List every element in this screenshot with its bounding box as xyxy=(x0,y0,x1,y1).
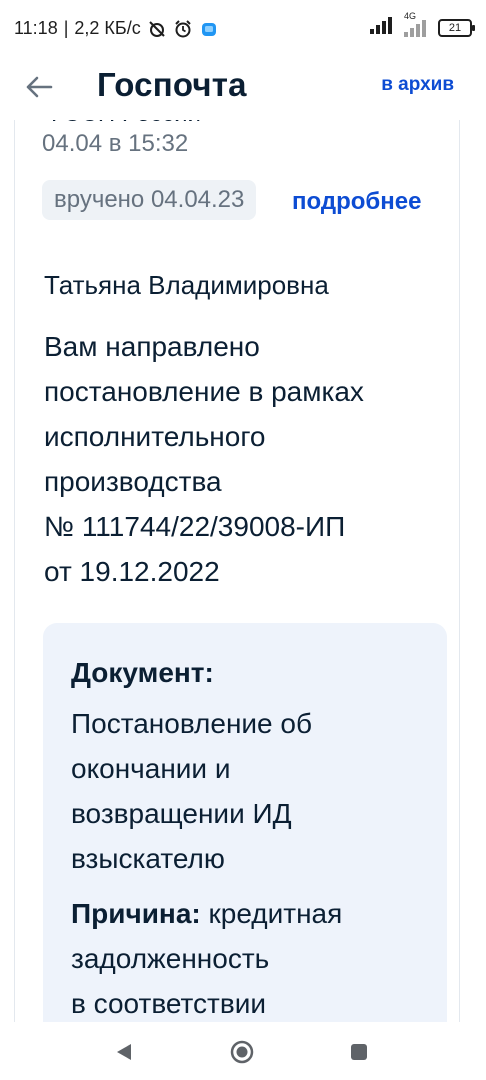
message-line: № 111744/22/39008-ИП xyxy=(44,511,346,542)
document-line: Постановление об xyxy=(71,708,313,739)
status-time: 11:18 xyxy=(14,18,58,38)
status-left: 11:18 | 2,2 КБ/с xyxy=(14,18,219,39)
reason-text-first: кредитная xyxy=(200,898,343,929)
status-net-speed: 2,2 КБ/с xyxy=(74,18,141,38)
reason-line: в соответствии xyxy=(71,988,267,1019)
nav-recents-button[interactable] xyxy=(345,1038,373,1066)
message-line: Вам направлено xyxy=(44,331,260,362)
reason: Причина: кредитная задолженность в соотв… xyxy=(71,891,421,1022)
network-type: 4G xyxy=(404,11,430,37)
arrow-left-icon xyxy=(26,76,53,98)
message-line: от 19.12.2022 xyxy=(44,556,220,587)
reason-line: задолженность xyxy=(71,943,270,974)
message-content[interactable]: ФССП России 04.04 в 15:32 вручено 04.04.… xyxy=(0,120,486,1022)
document-label: Документ: xyxy=(71,657,214,688)
document-value: Постановление об окончании и возвращении… xyxy=(71,701,411,881)
recipient-name: Татьяна Владимировна xyxy=(44,270,329,300)
app-notification-icon xyxy=(199,19,219,39)
status-right: 4G 21 xyxy=(370,11,475,39)
message-line: постановление в рамках xyxy=(44,376,364,407)
alarm-icon xyxy=(173,19,193,39)
document-line: возвращении ИД xyxy=(71,798,292,829)
archive-button[interactable]: в архив xyxy=(381,74,454,96)
document-line: окончании и xyxy=(71,753,231,784)
signal-icon xyxy=(370,16,396,39)
sender-name: ФССП России xyxy=(45,120,201,128)
message-line: производства xyxy=(44,466,222,497)
nav-home-icon xyxy=(230,1040,254,1064)
nav-home-button[interactable] xyxy=(228,1038,256,1066)
network-type-label: 4G xyxy=(404,10,417,21)
message-body: Вам направлено постановление в рамках ис… xyxy=(44,324,424,594)
reason-line-first: Причина: кредитная xyxy=(71,891,421,936)
nav-recents-icon xyxy=(351,1044,367,1060)
nav-back-button[interactable] xyxy=(110,1038,138,1066)
alarm-off-icon xyxy=(147,19,167,39)
status-badge: вручено 04.04.23 xyxy=(42,180,257,220)
app-header: Госпочта в архив xyxy=(0,58,486,120)
document-box: Документ: Постановление об окончании и в… xyxy=(43,623,447,1022)
back-button[interactable] xyxy=(22,70,56,104)
status-separator: | xyxy=(63,18,69,38)
document-line: взыскателю xyxy=(71,843,225,874)
details-link[interactable]: подробнее xyxy=(292,188,421,216)
message-card: ФССП России 04.04 в 15:32 вручено 04.04.… xyxy=(14,120,460,1022)
system-nav-bar xyxy=(0,1022,486,1080)
page-title: Госпочта xyxy=(97,66,247,103)
status-bar: 11:18 | 2,2 КБ/с 4G 21 xyxy=(0,0,486,58)
battery-icon: 21 xyxy=(438,18,475,37)
message-line: исполнительного xyxy=(44,421,266,452)
nav-back-icon xyxy=(117,1044,131,1060)
reason-label: Причина: xyxy=(71,898,201,929)
message-date: 04.04 в 15:32 xyxy=(42,130,189,157)
